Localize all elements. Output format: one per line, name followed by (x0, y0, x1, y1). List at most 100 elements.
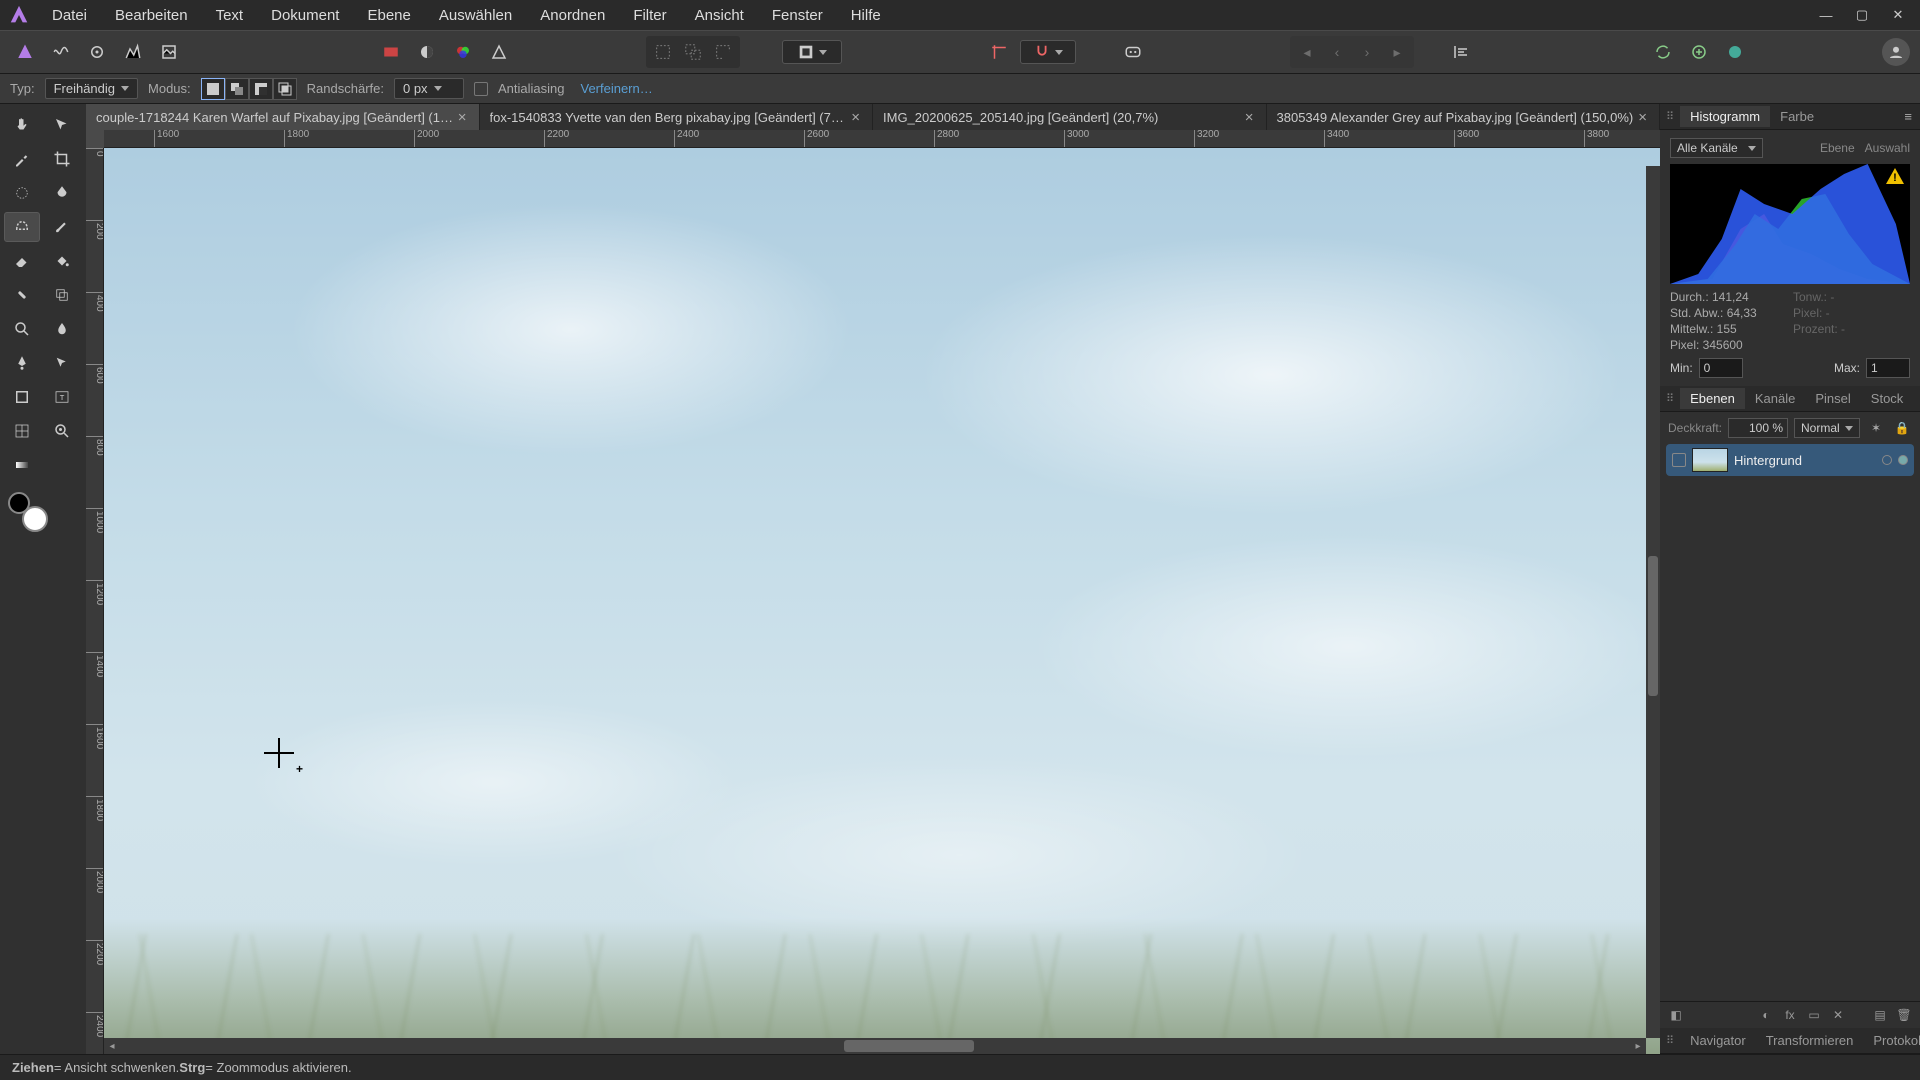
ruler-horizontal[interactable]: 1600180020002200240026002800300032003400… (104, 130, 1660, 148)
quick-mask-dropdown[interactable] (782, 40, 842, 64)
ruler-vertical[interactable]: 0200400600800100012001400160018002000220… (86, 148, 104, 1054)
align-icon[interactable] (1446, 38, 1476, 66)
auto-white-balance-icon[interactable] (484, 38, 514, 66)
persona-develop-icon[interactable] (82, 38, 112, 66)
add-live-filter-icon[interactable]: ✕ (1828, 1006, 1848, 1024)
add-adjustment-icon[interactable]: ◐ (1756, 1006, 1776, 1024)
mode-intersect-icon[interactable] (273, 78, 297, 100)
tab-histogram[interactable]: Histogramm (1680, 106, 1770, 127)
menu-text[interactable]: Text (202, 3, 258, 28)
sync-cloud-icon[interactable] (1720, 38, 1750, 66)
mode-new-icon[interactable] (201, 78, 225, 100)
document-tab[interactable]: fox-1540833 Yvette van den Berg pixabay.… (480, 104, 874, 130)
mesh-tool-icon[interactable] (4, 416, 40, 446)
scrollbar-vertical[interactable] (1646, 166, 1660, 1038)
account-avatar[interactable] (1882, 38, 1910, 66)
marquee-tool-icon[interactable] (4, 212, 40, 242)
add-layer-icon[interactable]: ▤ (1870, 1006, 1890, 1024)
hand-tool-icon[interactable] (4, 110, 40, 140)
layer-link-icon[interactable] (1882, 455, 1892, 465)
tab-history[interactable]: Protokoll (1863, 1030, 1920, 1051)
menu-auswählen[interactable]: Auswählen (425, 3, 526, 28)
type-dropdown[interactable]: Freihändig (45, 78, 138, 99)
tab-brushes[interactable]: Pinsel (1805, 388, 1860, 409)
window-close[interactable]: ✕ (1880, 1, 1916, 29)
dodge-tool-icon[interactable] (4, 314, 40, 344)
menu-bearbeiten[interactable]: Bearbeiten (101, 3, 202, 28)
snapping-options-dropdown[interactable] (1020, 40, 1076, 64)
menu-ansicht[interactable]: Ansicht (681, 3, 758, 28)
tab-close-icon[interactable]: × (1243, 109, 1256, 126)
panel-grip-icon[interactable]: ⠿ (1660, 392, 1680, 405)
persona-photo-icon[interactable] (10, 38, 40, 66)
sync-add-icon[interactable] (1684, 38, 1714, 66)
layer-visibility-checkbox[interactable] (1672, 453, 1686, 467)
tab-close-icon[interactable]: × (849, 109, 862, 126)
auto-levels-icon[interactable] (376, 38, 406, 66)
channel-dropdown[interactable]: Alle Kanäle (1670, 138, 1763, 158)
auto-contrast-icon[interactable] (412, 38, 442, 66)
move-tool-icon[interactable] (44, 110, 80, 140)
flood-select-tool-icon[interactable] (44, 178, 80, 208)
menu-dokument[interactable]: Dokument (257, 3, 353, 28)
selection-brush-tool-icon[interactable] (4, 178, 40, 208)
add-fx-icon[interactable]: fx (1780, 1006, 1800, 1024)
tab-stock[interactable]: Stock (1861, 388, 1914, 409)
tab-close-icon[interactable]: × (1636, 109, 1649, 126)
delete-layer-icon[interactable]: 🗑 (1894, 1006, 1914, 1024)
gradient-tool-icon[interactable] (4, 450, 40, 480)
canvas[interactable]: + (104, 148, 1660, 1054)
scroll-right-icon[interactable]: ▸ (1630, 1038, 1646, 1054)
feather-input[interactable]: 0 px (394, 78, 464, 99)
document-tab[interactable]: IMG_20200625_205140.jpg [Geändert] (20,7… (873, 104, 1267, 130)
menu-hilfe[interactable]: Hilfe (837, 3, 895, 28)
selection-subtract-icon[interactable] (708, 38, 738, 66)
panel-grip-icon[interactable]: ⠿ (1660, 1034, 1680, 1047)
persona-export-icon[interactable] (154, 38, 184, 66)
scroll-left-icon[interactable]: ◂ (104, 1038, 120, 1054)
hist-scope-layer[interactable]: Ebene (1820, 141, 1855, 155)
window-minimize[interactable]: ― (1808, 1, 1844, 29)
menu-ebene[interactable]: Ebene (353, 3, 424, 28)
pen-tool-icon[interactable] (4, 348, 40, 378)
healing-tool-icon[interactable] (4, 280, 40, 310)
tab-layers[interactable]: Ebenen (1680, 388, 1745, 409)
text-tool-icon[interactable]: T (44, 382, 80, 412)
panel-menu-icon[interactable]: ≡ (1896, 109, 1920, 124)
assistant-icon[interactable] (1118, 38, 1148, 66)
crop-tool-icon[interactable] (44, 144, 80, 174)
hist-scope-selection[interactable]: Auswahl (1865, 141, 1910, 155)
clone-tool-icon[interactable] (44, 280, 80, 310)
tab-color[interactable]: Farbe (1770, 106, 1824, 127)
blend-mode-dropdown[interactable]: Normal (1794, 418, 1860, 438)
node-tool-icon[interactable] (44, 348, 80, 378)
tab-transform[interactable]: Transformieren (1756, 1030, 1864, 1051)
persona-tone-icon[interactable] (118, 38, 148, 66)
layer-mask-icon[interactable]: ◧ (1666, 1006, 1686, 1024)
scrollbar-h-thumb[interactable] (844, 1040, 974, 1052)
menu-fenster[interactable]: Fenster (758, 3, 837, 28)
tab-channels[interactable]: Kanäle (1745, 388, 1805, 409)
persona-liquify-icon[interactable] (46, 38, 76, 66)
panel-menu-icon[interactable]: ≡ (1913, 391, 1920, 406)
selection-new-icon[interactable] (648, 38, 678, 66)
mode-subtract-icon[interactable] (249, 78, 273, 100)
antialias-checkbox[interactable] (474, 82, 488, 96)
mode-add-icon[interactable] (225, 78, 249, 100)
menu-filter[interactable]: Filter (619, 3, 680, 28)
menu-datei[interactable]: Datei (38, 3, 101, 28)
document-tab[interactable]: 3805349 Alexander Grey auf Pixabay.jpg [… (1267, 104, 1661, 130)
max-input[interactable] (1866, 358, 1910, 378)
paint-brush-tool-icon[interactable] (44, 212, 80, 242)
opacity-input[interactable]: 100 % (1728, 418, 1788, 438)
smudge-tool-icon[interactable] (44, 314, 80, 344)
color-picker-tool-icon[interactable] (4, 144, 40, 174)
shape-tool-icon[interactable] (4, 382, 40, 412)
min-input[interactable] (1699, 358, 1743, 378)
layer-fx-icon[interactable]: ✶ (1866, 418, 1886, 438)
tab-navigator[interactable]: Navigator (1680, 1030, 1756, 1051)
fill-tool-icon[interactable] (44, 246, 80, 276)
document-tab[interactable]: couple-1718244 Karen Warfel auf Pixabay.… (86, 104, 480, 130)
panel-grip-icon[interactable]: ⠿ (1660, 110, 1680, 123)
add-mask-layer-icon[interactable]: ▭ (1804, 1006, 1824, 1024)
